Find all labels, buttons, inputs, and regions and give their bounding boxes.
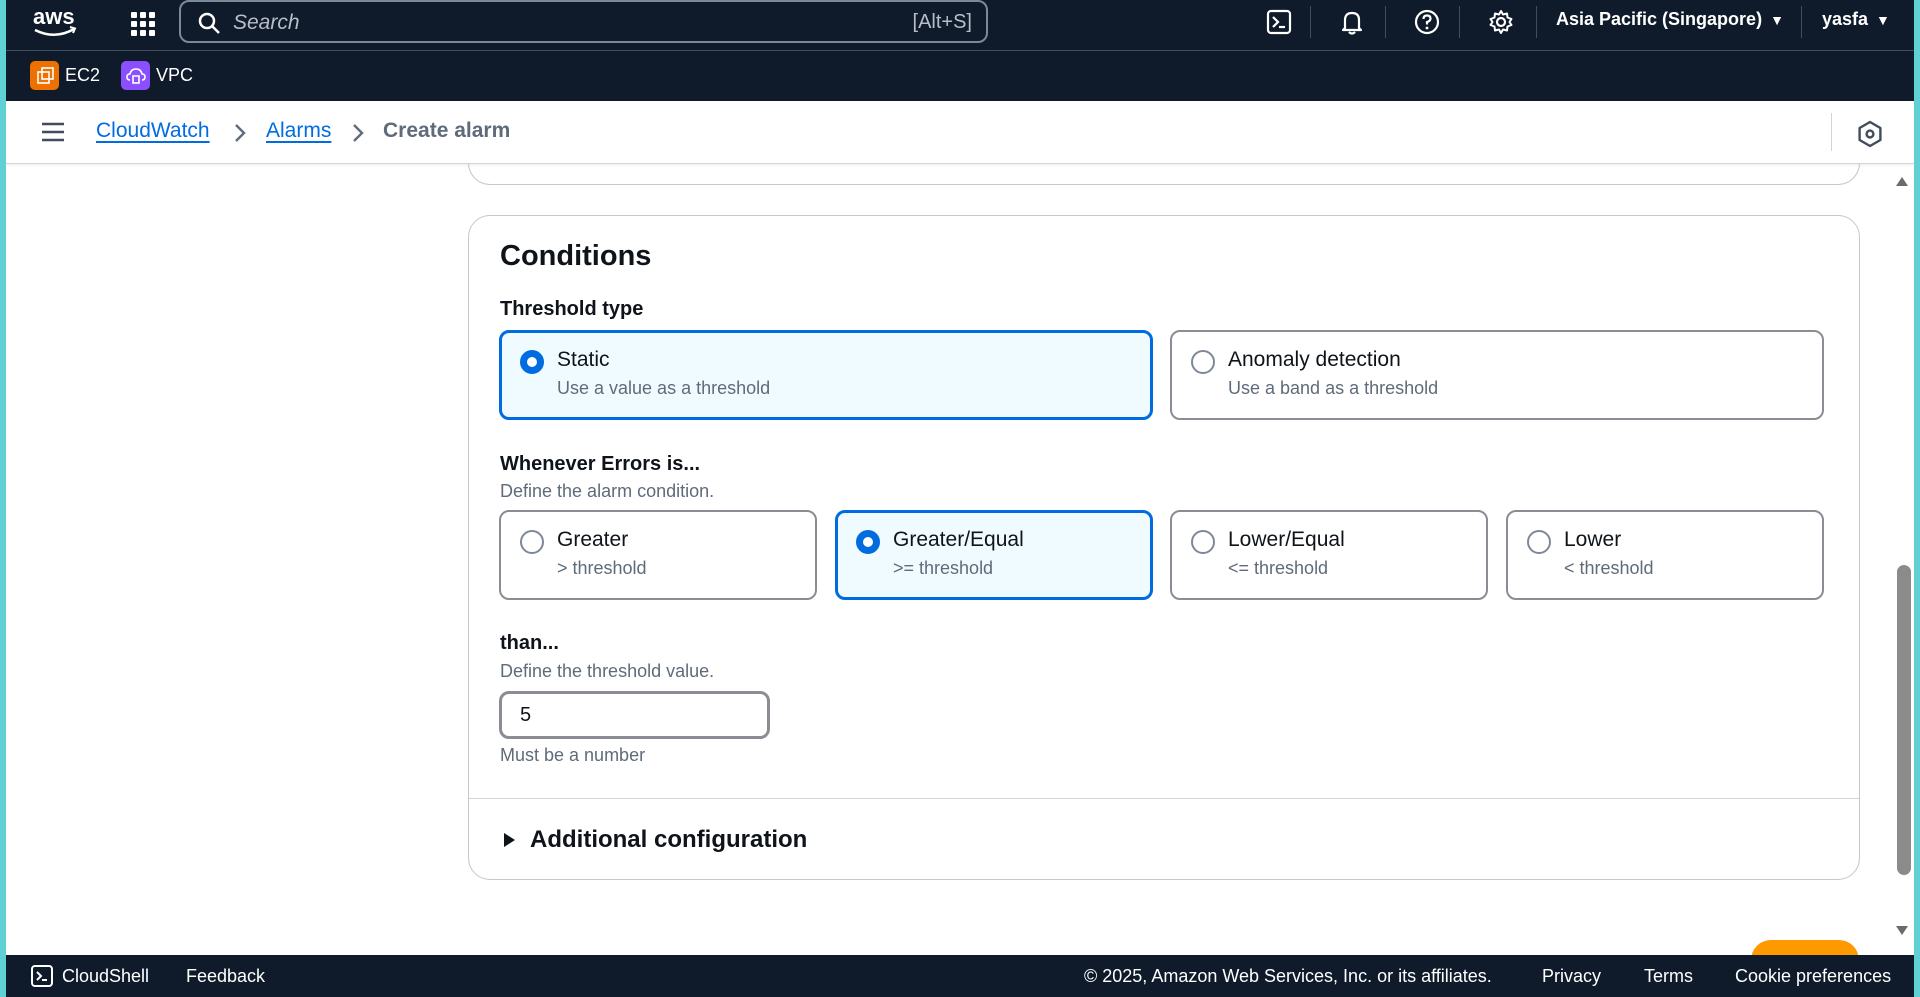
threshold-value-input[interactable] (499, 691, 770, 739)
breadcrumb-alarms[interactable]: Alarms (266, 119, 331, 143)
threshold-type-anomaly[interactable]: Anomaly detection Use a band as a thresh… (1170, 330, 1824, 420)
footer-cookie-preferences[interactable]: Cookie preferences (1735, 966, 1891, 987)
search-shortcut: [Alt+S] (912, 11, 972, 33)
radio-unselected[interactable] (1191, 350, 1215, 374)
radio-selected[interactable] (520, 350, 544, 374)
breadcrumb-link[interactable]: CloudWatch (96, 119, 210, 142)
aws-logo[interactable]: aws (30, 4, 80, 40)
region-label: Asia Pacific (Singapore) (1556, 9, 1763, 29)
expander-label: Additional configuration (530, 826, 808, 853)
operator-lower-equal[interactable]: Lower/Equal <= threshold (1170, 510, 1488, 600)
search-placeholder: Search (233, 11, 300, 34)
chevron-right-icon (353, 124, 364, 142)
threshold-type-label: Threshold type (500, 298, 644, 320)
scroll-down-arrow-icon[interactable] (1894, 924, 1910, 938)
footer-terms[interactable]: Terms (1644, 966, 1693, 987)
services-grid-icon[interactable] (128, 9, 158, 39)
favorites-bar: EC2 VPC (6, 51, 1914, 101)
radio-unselected[interactable] (520, 530, 544, 554)
option-title: Anomaly detection (1228, 348, 1401, 371)
operator-greater-equal[interactable]: Greater/Equal >= threshold (835, 510, 1153, 600)
caret-down-icon: ▼ (1876, 12, 1890, 28)
than-label: than... (500, 632, 559, 654)
help-panel-icon[interactable] (1856, 120, 1884, 148)
search-input[interactable]: Search [Alt+S] (179, 0, 988, 43)
footer-feedback[interactable]: Feedback (186, 966, 265, 987)
help-icon[interactable] (1413, 8, 1441, 36)
option-title: Static (557, 348, 610, 371)
option-title: Lower/Equal (1228, 528, 1345, 551)
footer-cloudshell[interactable]: CloudShell (62, 966, 149, 987)
region-selector[interactable]: Asia Pacific (Singapore) ▼ (1556, 9, 1784, 30)
ec2-service-icon (30, 61, 59, 90)
additional-configuration-toggle[interactable]: Additional configuration (500, 826, 807, 854)
breadcrumb-current: Create alarm (383, 119, 511, 142)
option-description: < threshold (1564, 558, 1654, 578)
caret-right-icon (504, 833, 515, 847)
account-menu[interactable]: yasfa ▼ (1822, 9, 1890, 30)
option-description: <= threshold (1228, 558, 1329, 578)
footer-bar: CloudShell Feedback © 2025, Amazon Web S… (6, 955, 1914, 997)
menu-hamburger-icon[interactable] (40, 119, 66, 145)
option-description: >= threshold (893, 558, 994, 578)
section-divider (469, 798, 1859, 799)
favorite-label: VPC (156, 65, 194, 85)
threshold-hint: Must be a number (500, 745, 646, 765)
top-navigation: aws Search [Alt+S] Asia Pacific (Singapo… (6, 0, 1914, 51)
console-window: aws Search [Alt+S] Asia Pacific (Singapo… (6, 0, 1914, 997)
breadcrumb-link[interactable]: Alarms (266, 119, 331, 142)
account-label: yasfa (1822, 9, 1869, 29)
cloudshell-icon[interactable] (30, 964, 54, 988)
option-description: > threshold (557, 558, 647, 578)
option-description: Use a value as a threshold (557, 378, 771, 398)
option-title: Greater (557, 528, 629, 551)
search-icon (198, 12, 220, 34)
whenever-description: Define the alarm condition. (500, 481, 715, 501)
radio-unselected[interactable] (1191, 530, 1215, 554)
svg-text:aws: aws (33, 4, 75, 29)
breadcrumb-bar: CloudWatch Alarms Create alarm (6, 101, 1914, 164)
operator-lower[interactable]: Lower < threshold (1506, 510, 1824, 600)
section-title: Conditions (500, 240, 652, 272)
operator-greater[interactable]: Greater > threshold (499, 510, 817, 600)
notifications-bell-icon[interactable] (1338, 8, 1366, 36)
cloudshell-icon[interactable] (1265, 8, 1293, 36)
caret-down-icon: ▼ (1770, 12, 1784, 28)
option-title: Greater/Equal (893, 528, 1024, 551)
than-description: Define the threshold value. (500, 661, 715, 681)
vpc-service-icon (121, 61, 150, 90)
option-description: Use a band as a threshold (1228, 378, 1439, 398)
breadcrumb-cloudwatch[interactable]: CloudWatch (96, 119, 210, 143)
favorite-label: EC2 (65, 65, 101, 85)
footer-copyright: © 2025, Amazon Web Services, Inc. or its… (1084, 966, 1492, 986)
footer-privacy[interactable]: Privacy (1542, 966, 1601, 987)
radio-unselected[interactable] (1527, 530, 1551, 554)
radio-selected[interactable] (856, 530, 880, 554)
favorite-vpc[interactable]: VPC (121, 61, 193, 90)
scroll-up-arrow-icon[interactable] (1894, 174, 1910, 188)
favorite-ec2[interactable]: EC2 (30, 61, 100, 90)
settings-gear-icon[interactable] (1487, 8, 1515, 36)
threshold-type-static[interactable]: Static Use a value as a threshold (499, 330, 1153, 420)
chevron-right-icon (235, 124, 246, 142)
scrollbar-thumb[interactable] (1897, 565, 1911, 875)
whenever-label: Whenever Errors is... (500, 453, 701, 475)
option-title: Lower (1564, 528, 1622, 551)
conditions-card: Conditions Threshold type Static Use a v… (468, 215, 1860, 880)
